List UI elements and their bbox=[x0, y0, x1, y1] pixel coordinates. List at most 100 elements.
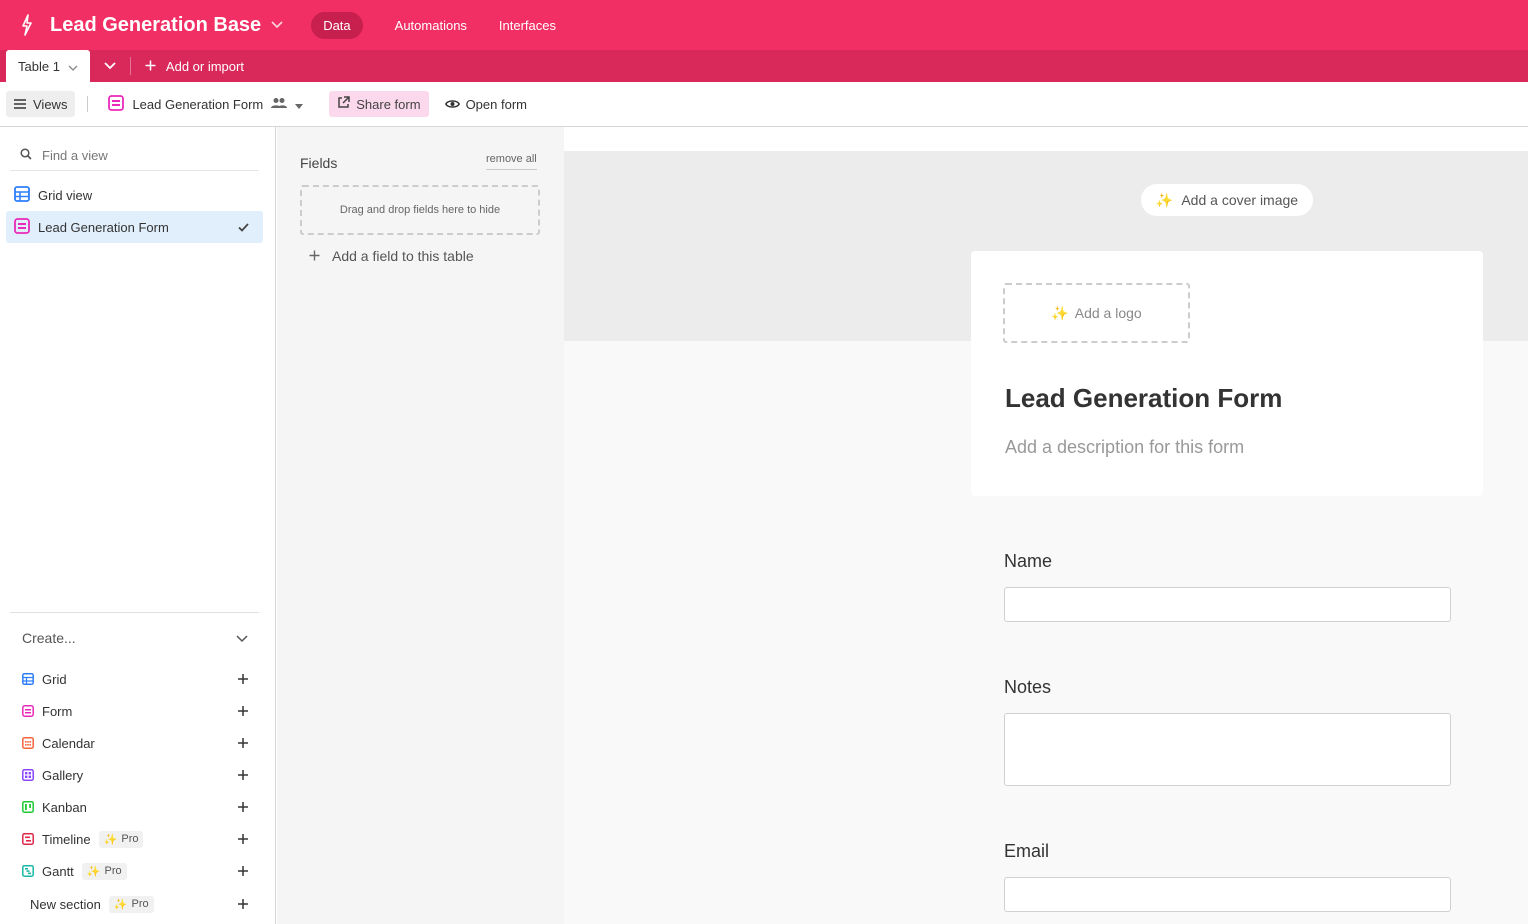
base-title[interactable]: Lead Generation Base bbox=[50, 14, 261, 37]
lightning-bolt-icon[interactable] bbox=[20, 13, 34, 37]
plus-icon[interactable] bbox=[238, 864, 248, 879]
add-cover-image-button[interactable]: ✨ Add a cover image bbox=[1141, 184, 1313, 216]
sidebar-item-label: Lead Generation Form bbox=[38, 219, 169, 235]
sparkle-icon: ✨ bbox=[86, 865, 101, 878]
nav-tab-automations[interactable]: Automations bbox=[383, 12, 479, 39]
create-new-section-item[interactable]: New section ✨ Pro bbox=[30, 893, 248, 915]
sparkle-icon: ✨ bbox=[113, 898, 128, 911]
current-view-name: Lead Generation Form bbox=[132, 96, 264, 112]
search-icon bbox=[20, 148, 32, 163]
views-button[interactable]: Views bbox=[6, 91, 76, 117]
email-field-input[interactable] bbox=[1004, 877, 1451, 912]
add-field-label: Add a field to this table bbox=[332, 248, 474, 264]
create-item-label: Gantt bbox=[42, 863, 74, 879]
form-description-input[interactable]: Add a description for this form bbox=[1005, 437, 1244, 458]
notes-field-input[interactable] bbox=[1004, 713, 1451, 786]
views-sidebar: Find a view Grid view Lead Generation Fo… bbox=[0, 127, 276, 924]
add-logo-button[interactable]: ✨ Add a logo bbox=[1003, 283, 1190, 343]
chevron-down-icon[interactable] bbox=[68, 59, 78, 74]
find-view-placeholder: Find a view bbox=[42, 148, 108, 163]
create-item-label: Grid bbox=[42, 671, 67, 687]
pro-badge: ✨ Pro bbox=[81, 862, 127, 880]
sidebar-item-label: Grid view bbox=[38, 187, 93, 203]
create-form-item[interactable]: Form bbox=[22, 700, 248, 722]
checkmark-icon bbox=[238, 220, 249, 235]
grid-icon bbox=[22, 673, 34, 685]
create-item-label: Timeline bbox=[42, 831, 91, 847]
form-icon bbox=[22, 705, 34, 717]
form-title[interactable]: Lead Generation Form bbox=[1005, 383, 1282, 414]
nav-tab-data[interactable]: Data bbox=[311, 11, 363, 39]
remove-all-link[interactable]: remove all bbox=[486, 153, 537, 170]
create-item-label: Form bbox=[42, 703, 73, 719]
plus-icon bbox=[145, 59, 156, 74]
sparkle-icon: ✨ bbox=[1051, 304, 1069, 321]
eye-icon bbox=[444, 97, 460, 112]
create-item-label: Kanban bbox=[42, 799, 87, 815]
form-canvas: ✨ Add a cover image ✨ Add a logo Lead Ge… bbox=[564, 151, 1528, 924]
tab-divider bbox=[129, 57, 131, 75]
sparkle-icon: ✨ bbox=[103, 833, 118, 846]
table-tab-label: Table 1 bbox=[18, 58, 60, 74]
chevron-down-icon[interactable] bbox=[271, 19, 283, 31]
nav-tab-interfaces[interactable]: Interfaces bbox=[487, 12, 568, 39]
timeline-icon bbox=[22, 833, 34, 845]
create-item-label: New section bbox=[30, 896, 101, 912]
plus-icon bbox=[309, 248, 320, 264]
pro-label: Pro bbox=[131, 898, 149, 910]
all-tables-menu-button[interactable] bbox=[94, 50, 126, 82]
hidden-fields-drop-zone[interactable]: Drag and drop fields here to hide bbox=[300, 185, 540, 235]
plus-icon[interactable] bbox=[238, 704, 248, 719]
add-logo-label: Add a logo bbox=[1074, 305, 1142, 321]
plus-icon[interactable] bbox=[238, 800, 248, 815]
sparkle-icon: ✨ bbox=[1155, 191, 1174, 208]
add-field-button[interactable]: Add a field to this table bbox=[309, 248, 474, 264]
plus-icon[interactable] bbox=[238, 736, 248, 751]
pro-label: Pro bbox=[104, 865, 122, 877]
plus-icon[interactable] bbox=[238, 768, 248, 783]
add-or-import-label: Add or import bbox=[165, 58, 244, 74]
field-label-email[interactable]: Email bbox=[1004, 841, 1049, 862]
name-field-input[interactable] bbox=[1004, 587, 1451, 622]
field-label-name[interactable]: Name bbox=[1004, 551, 1052, 572]
chevron-down-icon bbox=[236, 630, 248, 646]
create-divider bbox=[10, 612, 259, 613]
table-tab-table-1[interactable]: Table 1 bbox=[6, 50, 90, 82]
table-tab-bar: Table 1 Add or import bbox=[0, 50, 1528, 82]
gantt-icon bbox=[22, 865, 34, 877]
current-view-switcher[interactable]: Lead Generation Form bbox=[108, 94, 304, 114]
views-label: Views bbox=[33, 96, 68, 112]
create-kanban-item[interactable]: Kanban bbox=[22, 796, 248, 818]
field-label-notes[interactable]: Notes bbox=[1004, 677, 1051, 698]
plus-icon[interactable] bbox=[238, 832, 248, 847]
create-timeline-item[interactable]: Timeline ✨ Pro bbox=[22, 828, 248, 850]
create-item-label: Gallery bbox=[42, 767, 84, 783]
create-gallery-item[interactable]: Gallery bbox=[22, 764, 248, 786]
open-form-label: Open form bbox=[465, 96, 527, 112]
open-form-button[interactable]: Open form bbox=[444, 96, 527, 112]
chevron-down-icon bbox=[104, 62, 116, 70]
plus-icon[interactable] bbox=[238, 672, 248, 687]
kanban-icon bbox=[22, 801, 34, 813]
sidebar-item-lead-generation-form[interactable]: Lead Generation Form bbox=[6, 211, 263, 243]
pro-label: Pro bbox=[121, 833, 139, 845]
share-form-button[interactable]: Share form bbox=[329, 91, 429, 117]
create-gantt-item[interactable]: Gantt ✨ Pro bbox=[22, 860, 248, 882]
create-calendar-item[interactable]: Calendar bbox=[22, 732, 248, 754]
create-label: Create... bbox=[22, 630, 76, 646]
hamburger-icon bbox=[14, 97, 26, 112]
create-grid-item[interactable]: Grid bbox=[22, 668, 248, 690]
grid-icon bbox=[14, 185, 30, 205]
fields-title: Fields bbox=[300, 155, 338, 171]
sidebar-item-grid-view[interactable]: Grid view bbox=[6, 179, 263, 211]
drop-zone-hint: Drag and drop fields here to hide bbox=[339, 204, 501, 216]
add-or-import-button[interactable]: Add or import bbox=[145, 50, 244, 82]
gallery-icon bbox=[22, 769, 34, 781]
plus-icon[interactable] bbox=[238, 897, 248, 912]
find-view-search[interactable]: Find a view bbox=[10, 141, 259, 171]
calendar-icon bbox=[22, 737, 34, 749]
create-section-toggle[interactable]: Create... bbox=[22, 630, 248, 646]
caret-down-icon bbox=[295, 97, 304, 112]
pro-badge: ✨ Pro bbox=[98, 830, 144, 848]
view-toolbar: Views Lead Generation Form Share form Op… bbox=[0, 82, 1528, 127]
